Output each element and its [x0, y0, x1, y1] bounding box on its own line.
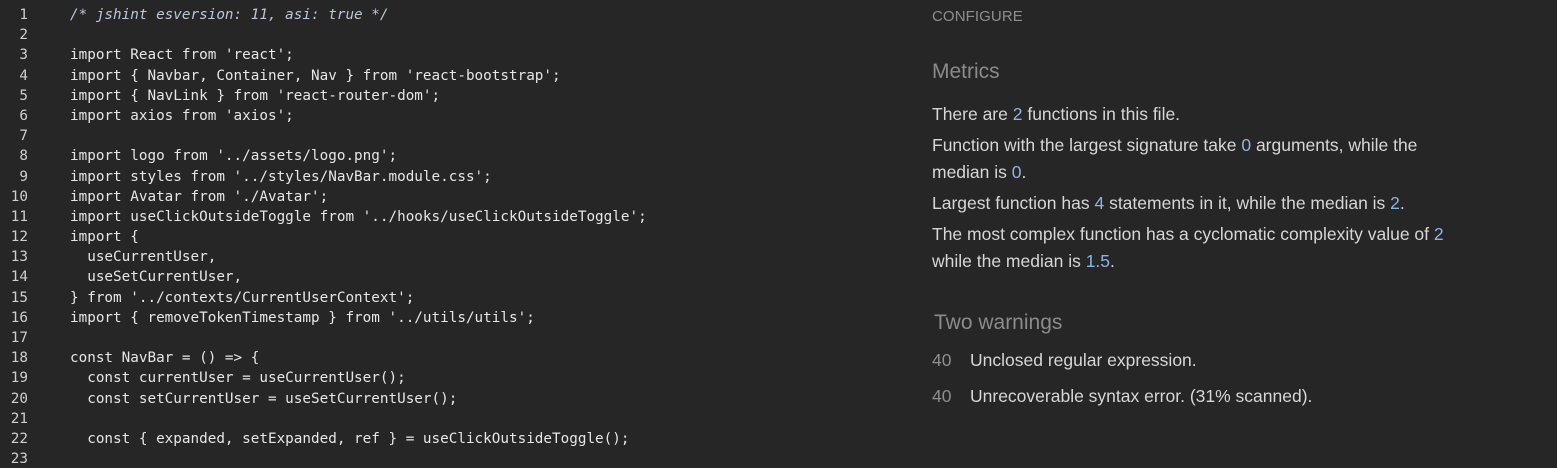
- line-number: 21: [10, 410, 28, 427]
- line-code: import { removeTokenTimestamp } from '..…: [70, 309, 535, 326]
- line-code: import {: [70, 229, 139, 246]
- code-line[interactable]: 15 } from '../contexts/CurrentUserContext…: [0, 288, 900, 308]
- code-line[interactable]: 3 import React from 'react';: [0, 45, 900, 65]
- line-number: 12: [10, 229, 28, 246]
- line-code: const currentUser = useCurrentUser();: [70, 370, 406, 387]
- code-line[interactable]: 7: [0, 126, 900, 146]
- code-line[interactable]: 2: [0, 25, 900, 45]
- line-number: 8: [19, 148, 28, 165]
- code-line[interactable]: 21: [0, 409, 900, 429]
- code-line[interactable]: 16 import { removeTokenTimestamp } from '…: [0, 308, 900, 328]
- line-code: /* jshint esversion: 11, asi: true */: [70, 7, 389, 23]
- code-line[interactable]: 1 /* jshint esversion: 11, asi: true */: [0, 5, 900, 25]
- line-number: 14: [10, 269, 28, 286]
- line-code: useSetCurrentUser,: [70, 269, 243, 286]
- code-line[interactable]: 9 import styles from '../styles/NavBar.mo…: [0, 167, 900, 187]
- line-code: const setCurrentUser = useSetCurrentUser…: [70, 390, 458, 407]
- warning-line-number[interactable]: 40: [932, 347, 970, 373]
- warning-item[interactable]: 40 Unclosed regular expression.: [932, 347, 1312, 383]
- code-line[interactable]: 23: [0, 449, 900, 468]
- warning-message: Unclosed regular expression.: [970, 350, 1197, 370]
- warning-item[interactable]: 40 Unrecoverable syntax error. (31% scan…: [932, 383, 1312, 419]
- code-editor[interactable]: 1/* jshint esversion: 11, asi: true */2 3…: [0, 5, 900, 468]
- line-number: 1: [19, 7, 28, 23]
- metrics-heading: Metrics: [932, 60, 1000, 83]
- code-line[interactable]: 11 import useClickOutsideToggle from '../…: [0, 207, 900, 227]
- line-number: 17: [10, 330, 28, 346]
- code-line[interactable]: 20 const setCurrentUser = useSetCurrentU…: [0, 389, 900, 409]
- line-number: 9: [19, 168, 28, 185]
- code-line[interactable]: 22 const { expanded, setExpanded, ref } …: [0, 429, 900, 449]
- line-number: 23: [10, 451, 28, 468]
- code-line[interactable]: 6 import axios from 'axios';: [0, 106, 900, 126]
- metrics-function-count: There are 2 functions in this file.: [932, 104, 1181, 124]
- line-number: 7: [19, 128, 28, 145]
- line-code: import logo from '../assets/logo.png';: [70, 148, 398, 165]
- line-number: 20: [10, 390, 28, 407]
- largest-statements-value: 4: [1094, 193, 1105, 213]
- jshint-app: 1/* jshint esversion: 11, asi: true */2 3…: [0, 0, 1557, 468]
- line-code: import Avatar from './Avatar';: [70, 188, 329, 205]
- line-number: 4: [19, 67, 28, 84]
- line-code: import { Navbar, Container, Nav } from '…: [70, 67, 561, 84]
- code-line[interactable]: 13 useCurrentUser,: [0, 247, 900, 267]
- warning-message: Unrecoverable syntax error. (31% scanned…: [970, 386, 1313, 406]
- code-line[interactable]: 12 import {: [0, 227, 900, 247]
- line-number: 5: [19, 87, 28, 104]
- code-line[interactable]: 17: [0, 328, 900, 348]
- line-number: 15: [10, 289, 28, 306]
- warning-line-number[interactable]: 40: [932, 383, 970, 409]
- line-code: import axios from 'axios';: [70, 107, 294, 124]
- line-code: const NavBar = () => {: [70, 350, 260, 367]
- line-code: } from '../contexts/CurrentUserContext';: [70, 289, 415, 306]
- line-number: 11: [10, 208, 28, 225]
- line-number: 13: [10, 249, 28, 266]
- code-line[interactable]: 5 import { NavLink } from 'react-router-d…: [0, 86, 900, 106]
- line-number: 6: [19, 107, 28, 124]
- line-number: 3: [19, 47, 28, 64]
- largest-signature-value: 0: [1241, 135, 1252, 155]
- line-code: import React from 'react';: [70, 47, 294, 64]
- warnings-heading: Two warnings: [934, 311, 1063, 334]
- configure-link[interactable]: CONFIGURE: [932, 8, 1023, 25]
- metrics-signature: Function with the largest signature take…: [932, 135, 1418, 182]
- median-signature-value: 0: [1011, 162, 1022, 182]
- code-line[interactable]: 18 const NavBar = () => {: [0, 348, 900, 368]
- metrics-list: There are 2 functions in this file. Func…: [932, 101, 1472, 279]
- line-number: 18: [10, 350, 28, 367]
- code-line[interactable]: 14 useSetCurrentUser,: [0, 267, 900, 287]
- line-code: import { NavLink } from 'react-router-do…: [70, 87, 441, 104]
- code-line[interactable]: 4 import { Navbar, Container, Nav } from …: [0, 66, 900, 86]
- line-code: const { expanded, setExpanded, ref } = u…: [70, 430, 630, 447]
- metrics-statements: Largest function has 4 statements in it,…: [932, 193, 1405, 213]
- line-number: 2: [19, 27, 28, 44]
- max-complexity-value: 2: [1433, 224, 1444, 244]
- metrics-complexity: The most complex function has a cyclomat…: [932, 224, 1444, 271]
- code-line[interactable]: 10 import Avatar from './Avatar';: [0, 187, 900, 207]
- median-statements-value: 2: [1390, 193, 1400, 213]
- editor-lines: 1/* jshint esversion: 11, asi: true */2 3…: [0, 5, 900, 468]
- line-code: import styles from '../styles/NavBar.mod…: [70, 168, 492, 185]
- median-complexity-value: 1.5: [1085, 251, 1111, 271]
- line-number: 19: [10, 370, 28, 387]
- line-number: 22: [10, 430, 28, 447]
- code-line[interactable]: 19 const currentUser = useCurrentUser();: [0, 368, 900, 388]
- line-number: 16: [10, 309, 28, 326]
- code-line[interactable]: 8 import logo from '../assets/logo.png';: [0, 146, 900, 166]
- function-count-value: 2: [1012, 104, 1023, 124]
- line-code: import useClickOutsideToggle from '../ho…: [70, 208, 647, 225]
- line-code: useCurrentUser,: [70, 249, 217, 266]
- warnings-list: 40 Unclosed regular expression. 40 Unrec…: [932, 347, 1312, 419]
- line-number: 10: [10, 188, 28, 205]
